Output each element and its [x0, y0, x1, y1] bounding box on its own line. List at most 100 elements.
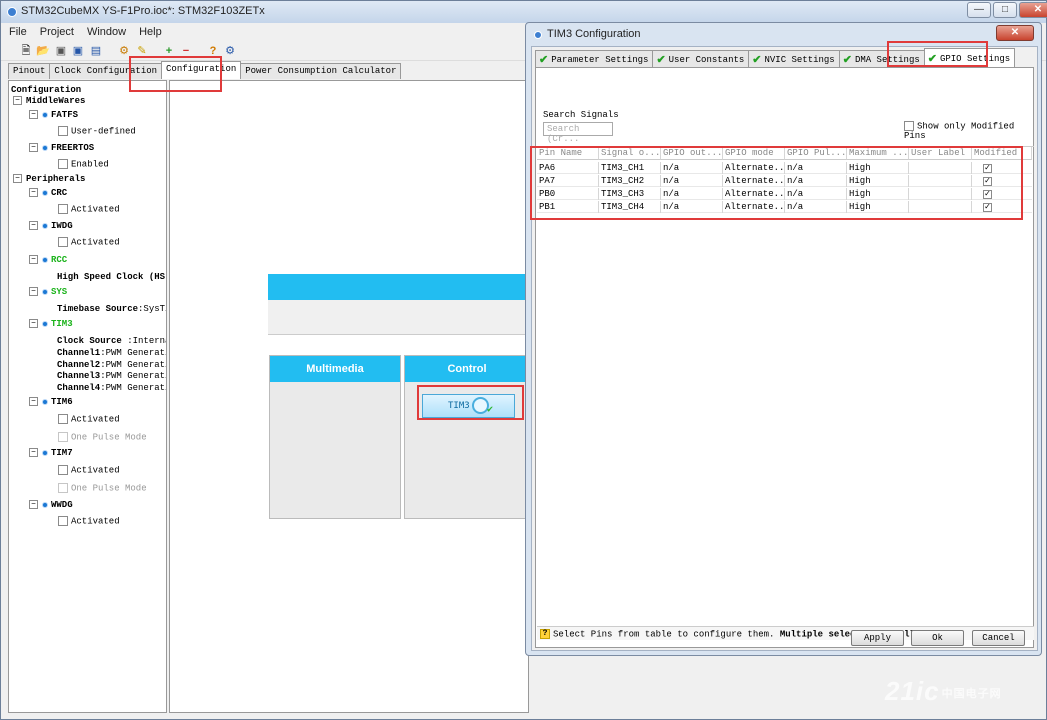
tab-clock-configuration[interactable]: Clock Configuration: [49, 63, 163, 79]
cell-user-label[interactable]: [909, 188, 972, 200]
fatfs-user-defined-checkbox[interactable]: [58, 126, 68, 136]
tab-parameter-settings[interactable]: ✔ Parameter Settings: [535, 50, 654, 67]
tree-tim3[interactable]: TIM3: [51, 319, 73, 329]
cell-user-label[interactable]: [909, 175, 972, 187]
tim7-activated-checkbox[interactable]: [58, 465, 68, 475]
collapse-icon[interactable]: −: [29, 221, 38, 231]
dialog-close-button[interactable]: ✕: [996, 25, 1034, 41]
show-modified-only[interactable]: Show only Modified Pins: [904, 121, 1033, 141]
collapse-icon[interactable]: −: [29, 319, 38, 329]
table-row[interactable]: PB1 TIM3_CH4 n/a Alternate... n/a High ✓: [537, 201, 1032, 213]
crc-activated-checkbox[interactable]: [58, 204, 68, 214]
tim3-ch3-label[interactable]: Channel3: [57, 371, 100, 381]
tab-pinout[interactable]: Pinout: [8, 63, 51, 79]
col-gpio-output[interactable]: GPIO out...: [661, 147, 723, 160]
tree-freertos[interactable]: FREERTOS: [51, 143, 94, 153]
zoom-out-icon[interactable]: −: [179, 44, 193, 58]
save-as-icon[interactable]: ▣: [71, 44, 85, 58]
collapse-icon[interactable]: −: [29, 255, 38, 265]
col-modified[interactable]: Modified: [972, 147, 1032, 160]
tree-wwdg[interactable]: WWDG: [51, 500, 73, 510]
apply-button[interactable]: Apply: [851, 630, 904, 646]
menu-project[interactable]: Project: [32, 23, 79, 41]
close-button[interactable]: ✕: [1019, 2, 1047, 18]
zoom-in-icon[interactable]: +: [162, 44, 176, 58]
open-project-icon[interactable]: 📂: [36, 44, 50, 58]
tree-rcc[interactable]: RCC: [51, 255, 67, 265]
maximize-button[interactable]: □: [993, 2, 1017, 18]
col-gpio-pull[interactable]: GPIO Pul...: [785, 147, 847, 160]
rcc-hse-label[interactable]: High Speed Clock (HS: [57, 272, 165, 282]
collapse-icon[interactable]: −: [29, 143, 38, 153]
collapse-icon[interactable]: −: [13, 174, 22, 184]
col-pin-name[interactable]: Pin Name: [537, 147, 599, 160]
ok-button[interactable]: Ok: [911, 630, 964, 646]
collapse-icon[interactable]: −: [29, 110, 38, 120]
tab-nvic-settings[interactable]: ✔ NVIC Settings: [748, 50, 840, 67]
collapse-icon[interactable]: −: [29, 448, 38, 458]
tree-tim7[interactable]: TIM7: [51, 448, 73, 458]
minimize-button[interactable]: —: [967, 2, 991, 18]
iwdg-activated-checkbox[interactable]: [58, 237, 68, 247]
node-dot-icon: [42, 256, 48, 263]
tim6-activated-checkbox[interactable]: [58, 414, 68, 424]
save-icon[interactable]: ▣: [54, 44, 68, 58]
col-user-label[interactable]: User Label: [909, 147, 972, 160]
tim3-config-button[interactable]: TIM3 ✔: [422, 394, 515, 418]
collapse-icon[interactable]: −: [29, 500, 38, 510]
tree-sys[interactable]: SYS: [51, 287, 67, 297]
tree-tim6[interactable]: TIM6: [51, 397, 73, 407]
collapse-icon[interactable]: −: [29, 188, 38, 198]
table-row[interactable]: PA6 TIM3_CH1 n/a Alternate... n/a High ✓: [537, 162, 1032, 174]
tab-configuration[interactable]: Configuration: [161, 61, 242, 79]
tim3-ch1-label[interactable]: Channel1: [57, 348, 100, 358]
tree-iwdg[interactable]: IWDG: [51, 221, 73, 231]
tree-fatfs[interactable]: FATFS: [51, 110, 78, 120]
menu-file[interactable]: File: [1, 23, 32, 41]
tim7-one-pulse-checkbox[interactable]: [58, 483, 68, 493]
tree-crc[interactable]: CRC: [51, 188, 67, 198]
col-signal[interactable]: Signal o...: [599, 147, 661, 160]
tim6-one-pulse-checkbox[interactable]: [58, 432, 68, 442]
modified-checkbox[interactable]: ✓: [983, 203, 992, 212]
freertos-enabled-checkbox[interactable]: [58, 159, 68, 169]
menu-window[interactable]: Window: [79, 23, 131, 41]
modified-checkbox[interactable]: ✓: [983, 177, 992, 186]
tab-user-constants[interactable]: ✔ User Constants: [652, 50, 750, 67]
tab-gpio-settings[interactable]: ✔ GPIO Settings: [923, 48, 1016, 67]
help-icon[interactable]: ?: [206, 44, 220, 58]
table-row[interactable]: PA7 TIM3_CH2 n/a Alternate... n/a High ✓: [537, 175, 1032, 187]
search-signals-input[interactable]: Search (Cr...: [543, 122, 613, 144]
report-icon[interactable]: ✎: [135, 44, 149, 58]
category-banner-body: [268, 300, 530, 335]
cancel-button[interactable]: Cancel: [972, 630, 1025, 646]
about-icon[interactable]: ⚙: [223, 44, 237, 58]
tim3-clock-source-label[interactable]: Clock Source: [57, 336, 122, 346]
col-gpio-mode[interactable]: GPIO mode: [723, 147, 785, 160]
generate-code-icon[interactable]: ⚙: [117, 44, 131, 58]
tree-middlewares[interactable]: MiddleWares: [26, 96, 85, 106]
new-project-icon[interactable]: 🗎: [19, 44, 33, 58]
menu-help[interactable]: Help: [131, 23, 167, 41]
node-dot-icon: [42, 144, 48, 151]
table-row[interactable]: PB0 TIM3_CH3 n/a Alternate... n/a High ✓: [537, 188, 1032, 200]
tim3-ch2-label[interactable]: Channel2: [57, 360, 100, 370]
collapse-icon[interactable]: −: [29, 287, 38, 297]
collapse-icon[interactable]: −: [29, 397, 38, 407]
modified-checkbox[interactable]: ✓: [983, 190, 992, 199]
tim3-ch4-label[interactable]: Channel4: [57, 383, 100, 393]
cell-user-label[interactable]: [909, 201, 972, 213]
show-modified-label: Show only Modified Pins: [904, 121, 1015, 142]
sys-timebase-label[interactable]: Timebase Source: [57, 304, 138, 314]
tab-power-consumption[interactable]: Power Consumption Calculator: [240, 63, 402, 79]
iwdg-activated-label: Activated: [71, 237, 120, 248]
collapse-icon[interactable]: −: [13, 96, 22, 106]
show-modified-checkbox[interactable]: [904, 121, 914, 131]
cell-user-label[interactable]: [909, 162, 972, 174]
save-all-icon[interactable]: ▤: [89, 44, 103, 58]
tab-dma-settings[interactable]: ✔ DMA Settings: [838, 50, 925, 67]
tree-peripherals[interactable]: Peripherals: [26, 174, 85, 184]
wwdg-activated-checkbox[interactable]: [58, 516, 68, 526]
col-maximum[interactable]: Maximum ...: [847, 147, 909, 160]
modified-checkbox[interactable]: ✓: [983, 164, 992, 173]
